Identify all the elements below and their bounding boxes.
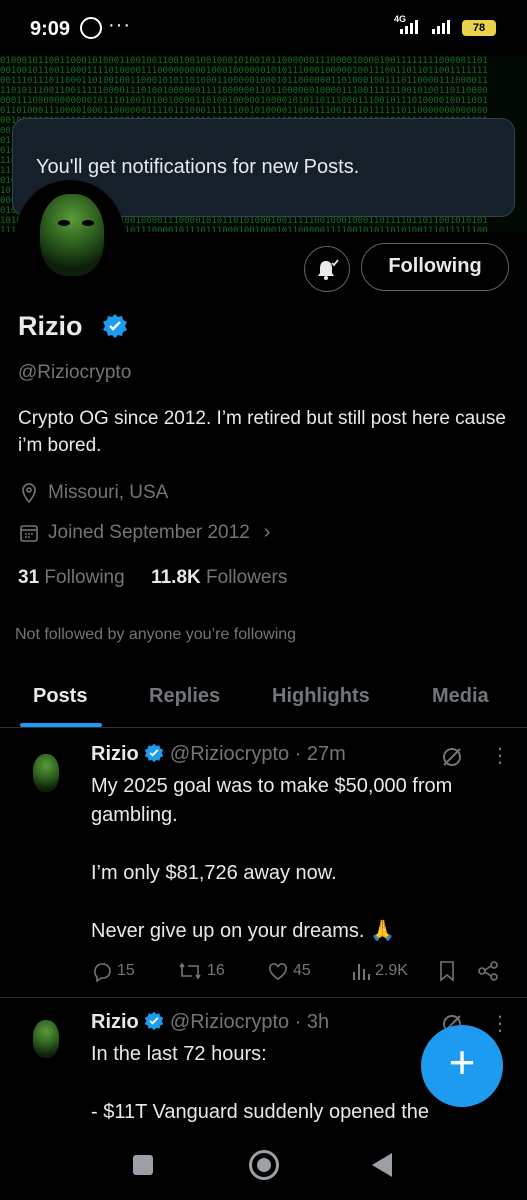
more-notifications-icon: ··· bbox=[108, 14, 131, 36]
toast-text: You'll get notifications for new Posts. bbox=[36, 156, 360, 178]
status-time: 9:09 bbox=[30, 18, 71, 40]
following-count-link[interactable]: 31 Following bbox=[18, 567, 125, 588]
post-avatar[interactable] bbox=[22, 750, 70, 798]
recents-button[interactable] bbox=[133, 1155, 153, 1175]
view-count: 2.9K bbox=[375, 962, 408, 979]
verified-badge-icon bbox=[145, 743, 164, 763]
repost-button[interactable]: 16 bbox=[177, 960, 225, 982]
views-button[interactable]: 2.9K bbox=[351, 960, 408, 982]
signal-icon-2 bbox=[432, 18, 450, 34]
battery-icon: 78 bbox=[462, 20, 496, 36]
profile-joined[interactable]: Joined September 2012 › bbox=[18, 521, 270, 544]
heart-icon bbox=[269, 963, 287, 980]
reply-icon bbox=[94, 963, 111, 982]
share-icon bbox=[478, 961, 498, 981]
joined-text: Joined September 2012 bbox=[48, 521, 250, 543]
profile-tabs: Posts Replies Highlights Media bbox=[0, 668, 527, 728]
post-avatar[interactable] bbox=[22, 1016, 70, 1064]
profile-location: Missouri, USA bbox=[18, 482, 168, 504]
post-author-name[interactable]: Rizio bbox=[91, 743, 139, 765]
calendar-icon bbox=[20, 524, 38, 542]
like-count: 45 bbox=[293, 962, 311, 979]
profile-avatar[interactable] bbox=[16, 180, 124, 288]
active-tab-indicator bbox=[20, 723, 102, 727]
verified-badge-icon bbox=[145, 1011, 164, 1031]
followers-count-link[interactable]: 11.8K Followers bbox=[151, 567, 287, 588]
plus-icon: + bbox=[448, 1036, 476, 1088]
location-text: Missouri, USA bbox=[48, 482, 169, 503]
post-text: My 2025 goal was to make $50,000 from ga… bbox=[91, 775, 453, 942]
not-followed-notice: Not followed by anyone you’re following bbox=[15, 626, 297, 643]
follow-counts: 31 Following 11.8K Followers bbox=[18, 567, 287, 589]
grok-icon[interactable] bbox=[440, 745, 464, 769]
chevron-right-icon: › bbox=[263, 521, 271, 543]
signal-icon bbox=[400, 18, 418, 34]
profile-handle: @Riziocrypto bbox=[18, 362, 132, 383]
bookmark-button[interactable] bbox=[437, 960, 461, 982]
verified-badge-icon bbox=[103, 314, 127, 338]
share-button[interactable] bbox=[477, 960, 503, 982]
tab-replies[interactable]: Replies bbox=[149, 685, 220, 708]
views-chart-icon bbox=[353, 964, 370, 980]
post-handle-time: @Riziocrypto · 3h bbox=[169, 1011, 330, 1033]
repost-count: 16 bbox=[207, 962, 225, 979]
profile-bio: Crypto OG since 2012. I’m retired but st… bbox=[18, 408, 506, 456]
tab-posts[interactable]: Posts bbox=[33, 685, 87, 708]
post-divider bbox=[0, 997, 527, 998]
location-pin-icon bbox=[22, 483, 36, 504]
bookmark-icon bbox=[440, 961, 454, 982]
system-nav-bar bbox=[0, 1126, 527, 1200]
compose-post-button[interactable]: + bbox=[421, 1025, 503, 1107]
whatsapp-icon bbox=[80, 17, 102, 39]
more-options-icon[interactable]: ⋮ bbox=[490, 1011, 510, 1036]
like-button[interactable]: 45 bbox=[267, 960, 311, 982]
post-header: Rizio @Riziocrypto · 3h bbox=[91, 1011, 329, 1034]
tab-media[interactable]: Media bbox=[432, 685, 489, 708]
reply-button[interactable]: 15 bbox=[91, 960, 135, 982]
bell-check-icon bbox=[318, 259, 339, 280]
tab-highlights[interactable]: Highlights bbox=[272, 685, 370, 708]
status-bar: 9:09 ··· 4G 78 bbox=[0, 0, 527, 56]
post-header: Rizio @Riziocrypto · 27m bbox=[91, 743, 346, 766]
notifications-bell-button[interactable] bbox=[304, 246, 350, 292]
more-options-icon[interactable]: ⋮ bbox=[490, 743, 510, 768]
home-button[interactable] bbox=[249, 1150, 279, 1180]
post-author-name[interactable]: Rizio bbox=[91, 1011, 139, 1033]
post-actions: 15 16 45 2.9K bbox=[91, 960, 511, 984]
back-button[interactable] bbox=[372, 1153, 392, 1177]
reply-count: 15 bbox=[117, 962, 135, 979]
post-handle-time: @Riziocrypto · 27m bbox=[169, 743, 346, 765]
profile-name: Rizio bbox=[18, 311, 83, 341]
following-button[interactable]: Following bbox=[361, 243, 509, 291]
repost-icon bbox=[179, 962, 201, 980]
